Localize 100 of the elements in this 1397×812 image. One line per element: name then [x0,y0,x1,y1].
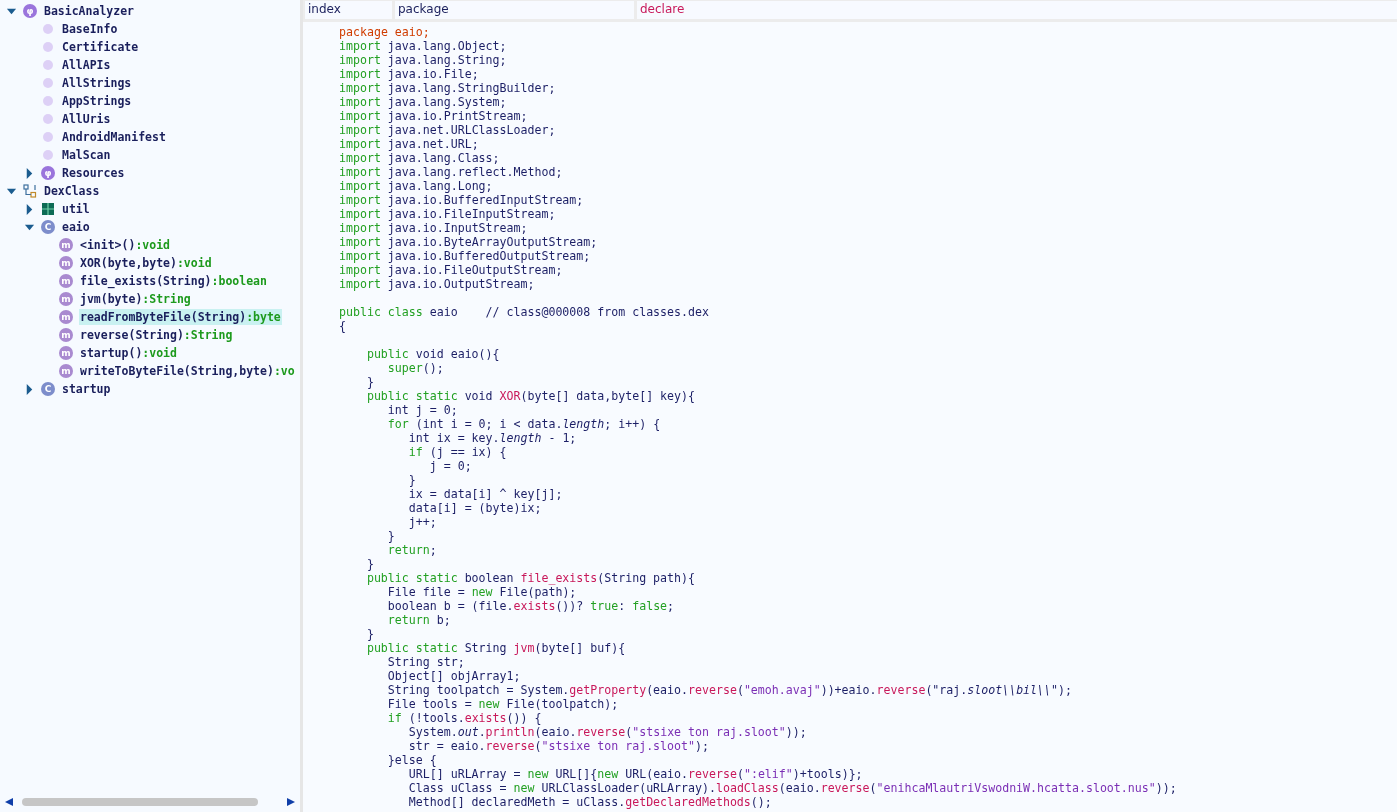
code-line: public static boolean file_exists(String path){ [366,571,695,585]
code-line: j = 0; [429,459,472,473]
tree-item[interactable]: AndroidManifest [61,129,167,145]
code-line: import java.io.PrintStream; [339,109,528,123]
code-line: import java.lang.StringBuilder; [339,81,556,95]
dot-icon [43,150,53,160]
tree-item[interactable]: Certificate [61,39,140,55]
code-line: System.out.println(eaio.reverse("stsixe ton raj.sloot")); [408,725,807,739]
code-line: } [387,529,395,543]
code-line: import java.io.BufferedInputStream; [339,193,584,207]
tab[interactable]: package [395,1,634,19]
code-line: import java.io.FileOutputStream; [339,263,563,277]
code-line: import java.net.URL; [339,137,479,151]
code-line: super(); [387,361,444,375]
code-line: if (j == ix) { [408,445,507,459]
code-line: import java.io.ByteArrayOutputStream; [339,235,598,249]
scrollbar-thumb[interactable] [22,798,258,806]
tree-item[interactable]: AllAPIs [61,57,112,73]
dot-icon [43,24,53,34]
code-line: import java.net.URLClassLoader; [339,123,556,137]
tree-item[interactable]: AllUris [61,111,112,127]
tree-item[interactable]: file_exists(String):boolean [79,273,268,289]
tree-item[interactable]: reverse(String):String [79,327,234,343]
grid-icon [41,202,55,216]
code-line: data[i] = (byte)ix; [408,501,542,515]
tree-item[interactable]: XOR(byte,byte):void [79,255,213,271]
code-line: j++; [408,515,437,529]
code-line: String str; [387,655,465,669]
dot-icon [43,96,53,106]
code-line: import java.lang.Long; [339,179,493,193]
tree-item[interactable]: BaseInfo [61,21,119,37]
code-line: Class uClass = new URLClassLoader(uRLArray).loadClass(eaio.reverse("enihcaMlautriVswodniW.hcatta.sloot.nus")); [408,781,1177,795]
method-icon: m [59,256,73,270]
tree-item[interactable]: BasicAnalyzer [43,3,135,19]
tree-item[interactable]: readFromByteFile(String):byte [79,309,282,325]
expand-arrow-icon[interactable] [24,203,35,215]
tree-item[interactable]: eaio [61,219,91,235]
code-line: }else { [387,753,437,767]
tree-item[interactable]: MalScan [61,147,112,163]
tree-item[interactable]: Resources [61,165,126,181]
method-icon: m [59,292,73,306]
code-line: int ix = key.length - 1; [408,431,577,445]
tree-item[interactable]: writeToByteFile(String,byte):vo [79,363,296,379]
code-line: if (!tools.exists()) { [387,711,542,725]
expand-arrow-icon[interactable] [24,167,35,179]
code-line: public static String jvm(byte[] buf){ [366,641,626,655]
tab[interactable]: index [305,1,392,19]
method-icon: m [59,346,73,360]
class-icon: C [41,220,55,234]
method-icon: m [59,364,73,378]
code-line: import java.lang.Class; [339,151,500,165]
method-icon: m [59,310,73,324]
code-line: import java.lang.Object; [339,39,507,53]
code-line: Method[] declaredMeth = uClass.getDeclaredMethods(); [408,795,772,809]
tree-item[interactable]: startup [61,381,112,397]
code-line: import java.lang.String; [339,53,507,67]
tree-item[interactable]: AppStrings [61,93,133,109]
code-line: URL[] uRLArray = new URL[]{new URL(eaio.reverse(":elif")+tools)}; [408,767,863,781]
tree-item[interactable]: <init>():void [79,237,171,253]
dot-icon [43,132,53,142]
expand-arrow-icon[interactable] [24,383,35,395]
code-line: import java.io.File; [339,67,479,81]
code-line: Object[] objArray1; [387,669,521,683]
scroll-left-icon[interactable] [4,797,14,807]
code-line: import java.io.FileInputStream; [339,207,556,221]
analyzer-icon: φ [23,4,37,18]
code-line: } [366,375,374,389]
code-line: return; [387,543,437,557]
code-line: File file = new File(path); [387,585,577,599]
tree-item[interactable]: util [61,201,91,217]
tab[interactable]: declare [637,1,1397,19]
tree-item[interactable]: jvm(byte):String [79,291,192,307]
code-line: } [366,557,374,571]
analyzer-icon: φ [41,166,55,180]
code-line: int j = 0; [387,403,458,417]
code-line: boolean b = (file.exists())? true: false; [387,599,675,613]
tree-item[interactable]: startup():void [79,345,178,361]
tree-item[interactable]: AllStrings [61,75,133,91]
scroll-right-icon[interactable] [286,797,296,807]
code-line: for (int i = 0; i < data.length; i++) { [387,417,661,431]
code-line: import java.lang.System; [339,95,507,109]
code-line: { [339,319,346,333]
code-line: str = eaio.reverse("stsixe ton raj.sloot"); [408,739,709,753]
method-icon: m [59,328,73,342]
code-line: public static void XOR(byte[] data,byte[] key){ [366,389,695,403]
code-line: File tools = new File(toolpatch); [387,697,619,711]
code-line: public class eaio // class@000008 from classes.dex [339,304,709,319]
code-line: String toolpatch = System.getProperty(eaio.reverse("emoh.avaj"))+eaio.reverse("raj.sloot\\bil\\"); [387,683,1072,697]
code-line: } [408,473,416,487]
class-icon: C [41,382,55,396]
code-line: import java.io.OutputStream; [339,277,535,291]
hierarchy-icon [23,184,37,198]
code-line: import java.io.BufferedOutputStream; [339,249,591,263]
code-line: import java.io.InputStream; [339,221,528,235]
dot-icon [43,42,53,52]
tree-item[interactable]: DexClass [43,183,101,199]
dot-icon [43,60,53,70]
code-line: return b; [387,613,451,627]
code-line: ix = data[i] ^ key[j]; [408,487,563,501]
dot-icon [43,114,53,124]
